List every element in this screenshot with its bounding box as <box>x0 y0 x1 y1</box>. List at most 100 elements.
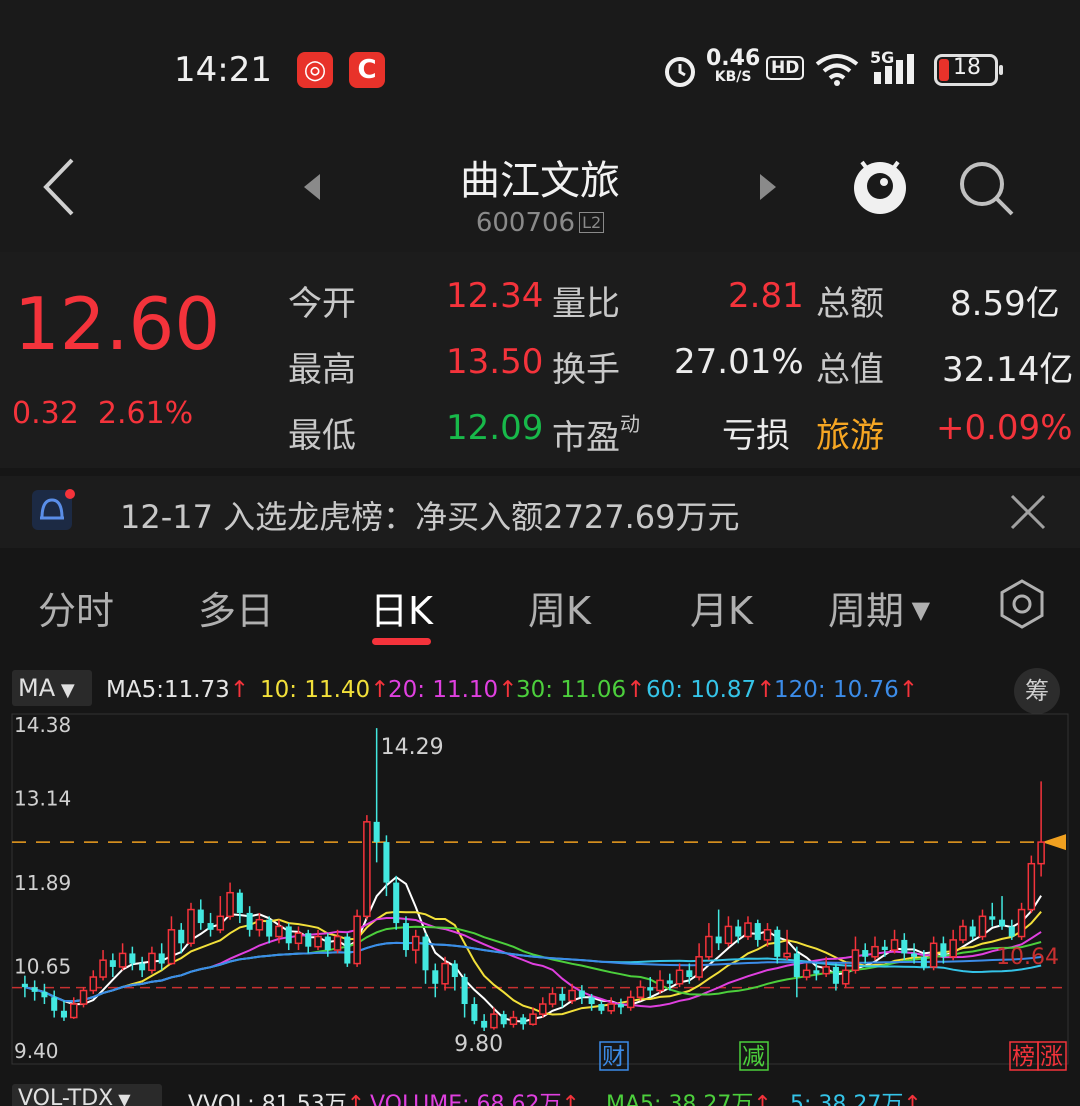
market-cap-label: 总值 <box>816 350 884 390</box>
chevron-down-icon: ▼ <box>55 680 75 701</box>
candle-body <box>636 986 645 999</box>
candle-body <box>333 935 342 951</box>
tab-intraday[interactable]: 分时 <box>38 580 114 635</box>
ma30-value: 30: 11.06↑ <box>516 677 646 703</box>
candle-body <box>109 960 116 967</box>
candle-body <box>626 996 635 1009</box>
candle-body <box>1027 862 1036 911</box>
volume-ma5-value: MA5: 38.27万↑ <box>606 1092 772 1106</box>
industry-link[interactable]: 旅游 <box>816 408 884 457</box>
low-price-label: 9.80 <box>454 1032 503 1057</box>
y-tick-label: 9.40 <box>14 1039 59 1063</box>
tab-daily-k[interactable]: 日K <box>370 580 433 645</box>
candle-body <box>383 842 390 883</box>
candle-body <box>881 946 888 951</box>
candle-body <box>851 949 860 972</box>
candle-body <box>862 950 869 957</box>
candle-body <box>802 969 811 978</box>
candle-body <box>79 989 88 1005</box>
candle-body <box>451 963 458 978</box>
ma10-value: 10: 11.40↑ <box>260 677 390 703</box>
turnover-rate-value: 27.01% <box>674 342 804 382</box>
candle-body <box>813 970 820 974</box>
candle-body <box>432 970 439 984</box>
chip-distribution-button[interactable]: 筹 <box>1014 668 1060 714</box>
ma-indicator-bar: MA ▼ MA5:11.73↑ 10: 11.40↑ 20: 11.10↑ 30… <box>0 664 1080 714</box>
candle-body <box>783 952 791 958</box>
candle-body <box>656 979 664 992</box>
hd-badge: HD <box>766 56 805 80</box>
tab-weekly-k[interactable]: 周K <box>528 580 591 635</box>
candle-body <box>275 925 283 938</box>
ma5-value: MA5:11.73↑ <box>106 677 250 703</box>
candle-body <box>890 939 899 951</box>
candle-body <box>559 993 566 1001</box>
candle-body <box>744 922 752 938</box>
next-stock-icon[interactable] <box>756 172 780 202</box>
candle-body <box>21 983 28 988</box>
candle-body <box>402 923 410 951</box>
current-price: 12.60 <box>14 282 221 366</box>
stock-name: 曲江文旅 <box>460 158 620 204</box>
assistant-robot-icon[interactable] <box>848 150 912 220</box>
candle-body <box>715 936 722 944</box>
open-label: 今开 <box>288 284 356 324</box>
ma120-value: 120: 10.76↑ <box>774 677 919 703</box>
close-icon[interactable] <box>1008 492 1048 532</box>
high-value: 13.50 <box>446 342 544 382</box>
quote-panel: 12.60 0.32 2.61% 今开 12.34 量比 2.81 总额 8.5… <box>0 252 1080 468</box>
candle-body <box>461 977 468 1005</box>
open-value: 12.34 <box>446 276 544 316</box>
candle-body <box>841 969 850 985</box>
candle-body <box>598 1004 605 1011</box>
tab-monthly-k[interactable]: 月K <box>690 580 753 635</box>
high-label: 最高 <box>288 350 356 390</box>
ma-selector[interactable]: MA ▼ <box>12 670 92 706</box>
candle-body <box>60 1010 68 1018</box>
notice-bar[interactable]: 12-17 入选龙虎榜：净买入额2727.69万元 <box>0 476 1080 548</box>
period-tabs: 分时 多日 日K 周K 月K 周期 ▼ <box>0 556 1080 656</box>
settings-icon[interactable] <box>996 578 1048 630</box>
candle-body <box>207 923 214 930</box>
candle-body <box>481 1020 488 1028</box>
event-marker: 榜 <box>1012 1044 1035 1070</box>
y-tick-label: 10.65 <box>14 955 71 979</box>
candle-body <box>978 915 987 938</box>
candle-body <box>588 997 595 1005</box>
candle-body <box>1008 926 1015 937</box>
turnover-amount-label: 总额 <box>816 284 884 324</box>
low-label: 最低 <box>288 416 356 456</box>
high-price-label: 14.29 <box>381 735 444 760</box>
event-marker: 财 <box>602 1044 625 1070</box>
tab-period[interactable]: 周期 ▼ <box>828 580 930 635</box>
candle-body <box>871 945 879 958</box>
search-icon[interactable] <box>956 158 1016 218</box>
y-tick-label: 13.14 <box>14 787 71 811</box>
candle-body <box>411 935 420 951</box>
candle-body <box>266 919 273 937</box>
candle-body <box>763 929 772 941</box>
candle-body <box>89 976 98 992</box>
candle-body <box>959 925 967 941</box>
industry-change: +0.09% <box>936 408 1073 448</box>
notification-app-icon: C <box>349 52 385 88</box>
candle-body <box>969 926 976 937</box>
event-marker: 涨 <box>1040 1044 1063 1070</box>
candle-body <box>666 980 673 984</box>
volume-selector[interactable]: VOL-TDX ▼ <box>12 1084 162 1106</box>
ma5-line <box>24 875 1042 1023</box>
tab-multi-day[interactable]: 多日 <box>198 580 274 635</box>
candle-body <box>509 1016 518 1026</box>
kline-chart[interactable]: 14.38 13.14 11.89 10.65 9.40 14.29 9.80 10.64 财 减… <box>0 712 1080 1074</box>
candle-body <box>236 892 243 913</box>
candle-body <box>158 953 165 964</box>
candle-body <box>246 912 253 930</box>
candle-body <box>735 926 742 937</box>
candle-body <box>118 952 127 968</box>
candle-body <box>832 966 839 984</box>
candle-body <box>255 918 264 931</box>
candle-body <box>314 935 322 948</box>
candle-body <box>1017 908 1026 938</box>
status-time: 14:21 <box>174 50 272 90</box>
notice-text: 12-17 入选龙虎榜：净买入额2727.69万元 <box>120 498 740 536</box>
